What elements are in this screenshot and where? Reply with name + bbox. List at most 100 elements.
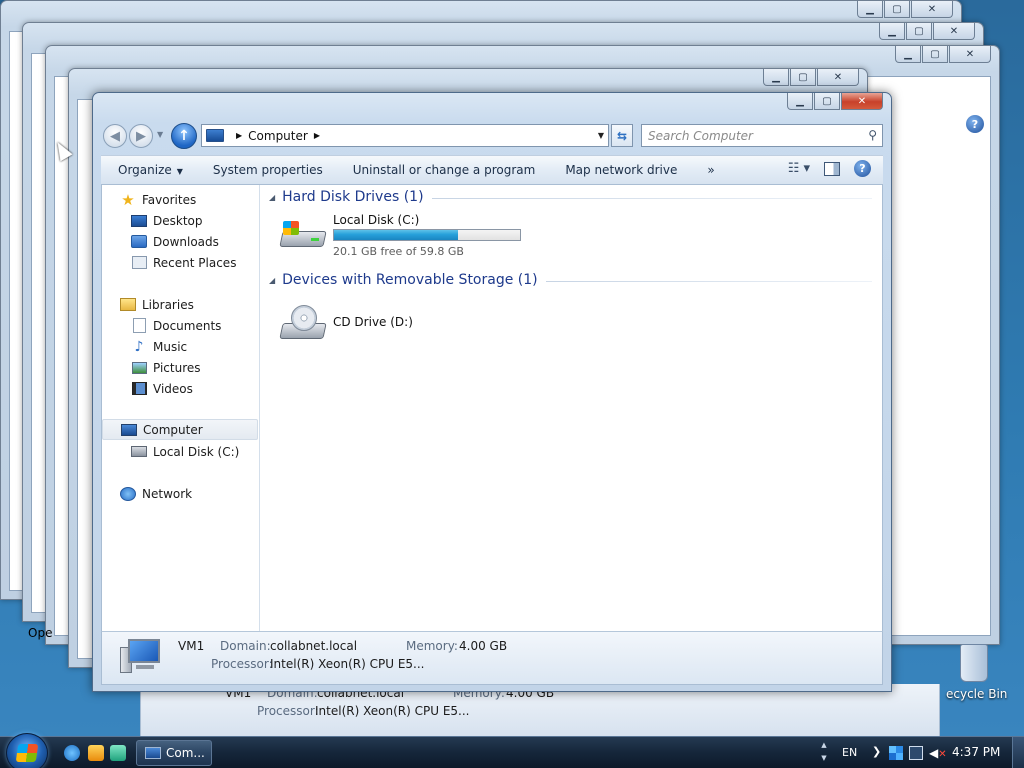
system-properties-button[interactable]: System properties <box>198 163 338 177</box>
forward-button[interactable]: ▶ <box>129 124 153 148</box>
group-header-removable-storage[interactable]: ◢ Devices with Removable Storage (1) <box>269 270 872 290</box>
back-button[interactable]: ◀ <box>103 124 127 148</box>
taskbar-button-computer[interactable]: Com... <box>136 740 212 766</box>
windows-logo-icon <box>15 744 39 762</box>
background-help-icon: ? <box>966 115 984 133</box>
nav-libraries[interactable]: Libraries <box>102 294 258 315</box>
explorer-window[interactable]: ▁ ▢ ✕ ◀ ▶ ▼ ↑ ▶ Computer ▶ ▼ ⇆ ⚲ Organiz… <box>92 92 892 692</box>
window-controls: ▁ ▢ ✕ <box>857 1 953 18</box>
start-button[interactable] <box>6 733 48 768</box>
nav-downloads[interactable]: Downloads <box>102 231 258 252</box>
help-icon[interactable]: ? <box>854 160 871 177</box>
breadcrumb-arrow-icon[interactable]: ▶ <box>314 131 320 140</box>
breadcrumb-arrow-icon[interactable]: ▶ <box>236 131 242 140</box>
network-icon <box>120 486 136 501</box>
collapse-triangle-icon[interactable]: ◢ <box>269 193 275 202</box>
address-dropdown-icon[interactable]: ▼ <box>598 131 604 140</box>
minimize-icon[interactable]: ▁ <box>787 93 813 110</box>
disk-usage-fill <box>334 230 458 240</box>
libraries-icon <box>120 298 136 311</box>
minimize-icon[interactable]: ▁ <box>895 46 921 63</box>
hard-disk-icon <box>131 446 147 457</box>
nav-label: Local Disk (C:) <box>153 444 240 459</box>
nav-network[interactable]: Network <box>102 483 258 504</box>
group-header-hard-disk-drives[interactable]: ◢ Hard Disk Drives (1) <box>269 187 872 207</box>
refresh-button[interactable]: ⇆ <box>611 124 633 147</box>
collapse-triangle-icon[interactable]: ◢ <box>269 276 275 285</box>
drive-local-disk-c[interactable]: Local Disk (C:) 20.1 GB free of 59.8 GB <box>279 213 539 259</box>
breadcrumb-computer[interactable]: Computer <box>248 129 308 143</box>
window-controls: ▁ ▢ ✕ <box>787 93 883 110</box>
search-box[interactable]: ⚲ <box>641 124 883 147</box>
change-view-icon[interactable]: ☷ ▾ <box>788 161 810 176</box>
nav-local-disk[interactable]: Local Disk (C:) <box>102 441 258 462</box>
volume-muted-icon[interactable]: ◀✕ <box>929 746 947 760</box>
file-list-pane[interactable]: ◢ Hard Disk Drives (1) Local Disk (C:) 2… <box>261 185 882 631</box>
nav-label: Desktop <box>153 213 203 228</box>
close-icon[interactable]: ✕ <box>949 46 991 63</box>
media-player-icon[interactable] <box>88 745 104 761</box>
maximize-icon[interactable]: ▢ <box>790 69 816 86</box>
maximize-icon[interactable]: ▢ <box>884 1 910 18</box>
windows-logo-icon <box>283 221 299 235</box>
address-bar[interactable]: ▶ Computer ▶ ▼ <box>201 124 609 147</box>
nav-pictures[interactable]: Pictures <box>102 357 258 378</box>
search-icon[interactable]: ⚲ <box>868 128 877 142</box>
disk-usage-bar <box>333 229 521 241</box>
memory-value: 4.00 GB <box>459 639 508 653</box>
network-status-icon[interactable] <box>909 746 923 760</box>
recycle-bin-icon <box>960 644 988 682</box>
computer-icon <box>121 423 137 436</box>
details-pane: VM1 Domain: collabnet.local Memory: 4.00… <box>101 631 883 685</box>
more-commands-button[interactable]: » <box>692 163 729 177</box>
taskbar-button-label: Com... <box>166 746 205 760</box>
organize-button[interactable]: Organize ▼ <box>101 163 198 177</box>
uninstall-program-button[interactable]: Uninstall or change a program <box>338 163 551 177</box>
action-center-icon[interactable] <box>889 746 903 760</box>
minimize-icon[interactable]: ▁ <box>879 23 905 40</box>
navigation-pane[interactable]: ★ Favorites Desktop Downloads Recent Plac… <box>102 185 260 631</box>
maximize-icon[interactable]: ▢ <box>922 46 948 63</box>
language-indicator[interactable]: EN <box>842 746 857 759</box>
minimize-icon[interactable]: ▁ <box>857 1 883 18</box>
echo-processor-value: Intel(R) Xeon(R) CPU E5... <box>315 704 470 718</box>
internet-explorer-icon[interactable] <box>64 745 80 761</box>
maximize-icon[interactable]: ▢ <box>814 93 840 110</box>
nav-desktop[interactable]: Desktop <box>102 210 258 231</box>
nav-videos[interactable]: Videos <box>102 378 258 399</box>
nav-computer[interactable]: Computer <box>102 419 258 440</box>
group-title: Devices with Removable Storage (1) <box>282 272 538 288</box>
close-icon[interactable]: ✕ <box>841 93 883 110</box>
preview-pane-icon[interactable] <box>824 161 840 176</box>
recycle-bin[interactable]: ecycle Bin <box>946 640 1012 708</box>
nav-recent-places[interactable]: Recent Places <box>102 252 258 273</box>
navigation-bar: ◀ ▶ ▼ ↑ ▶ Computer ▶ ▼ ⇆ ⚲ <box>101 122 883 152</box>
show-desktop-button[interactable] <box>1012 737 1024 768</box>
close-icon[interactable]: ✕ <box>911 1 953 18</box>
nav-music[interactable]: ♪ Music <box>102 336 258 357</box>
computer-icon <box>120 637 162 679</box>
videos-icon <box>131 382 147 395</box>
group-divider <box>431 197 872 199</box>
switch-windows-icon[interactable] <box>110 745 126 761</box>
drive-free-space: 20.1 GB free of 59.8 GB <box>333 245 464 258</box>
up-button[interactable]: ↑ <box>171 123 197 149</box>
search-input[interactable] <box>642 125 852 146</box>
echo-processor-label: Processor: <box>257 704 319 718</box>
recent-pages-icon[interactable]: ▼ <box>157 130 163 139</box>
close-icon[interactable]: ✕ <box>933 23 975 40</box>
map-network-drive-button[interactable]: Map network drive <box>550 163 692 177</box>
nav-favorites[interactable]: ★ Favorites <box>102 189 258 210</box>
taskbar-scroll-arrows[interactable]: ▲ ▼ <box>818 739 830 767</box>
hard-disk-icon <box>279 219 327 253</box>
clock[interactable]: 4:37 PM <box>952 745 1000 759</box>
maximize-icon[interactable]: ▢ <box>906 23 932 40</box>
nav-documents[interactable]: Documents <box>102 315 258 336</box>
recent-places-icon <box>131 256 147 269</box>
minimize-icon[interactable]: ▁ <box>763 69 789 86</box>
show-hidden-icons-icon[interactable]: ❯ <box>872 745 881 758</box>
close-icon[interactable]: ✕ <box>817 69 859 86</box>
drive-cd-d[interactable]: CD Drive (D:) <box>279 299 479 345</box>
chevron-down-icon: ▼ <box>176 167 183 176</box>
window-controls: ▁ ▢ ✕ <box>895 46 991 63</box>
